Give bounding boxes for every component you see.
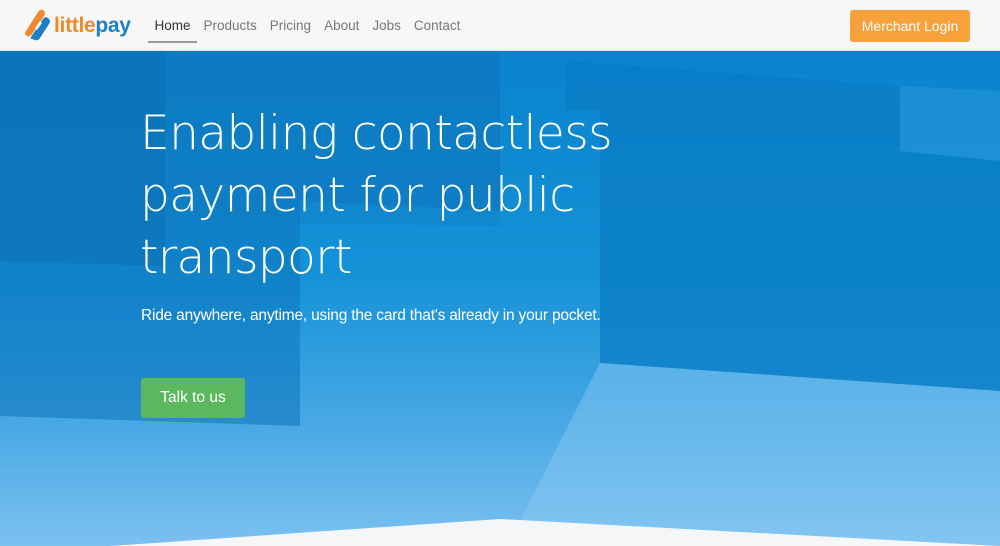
logo-text-little: little [54,13,96,37]
hero-subtitle: Ride anywhere, anytime, using the card t… [141,307,601,324]
nav-item-contact[interactable]: Contact [407,0,467,51]
main-nav: Home Products Pricing About Jobs Contact [148,0,467,51]
logo-text-pay: pay [95,13,131,37]
nav-item-about[interactable]: About [318,0,366,51]
hero-section: Enabling contactless payment for public … [0,51,1000,546]
hero-title: Enabling contactless payment for public … [140,106,613,285]
nav-item-products[interactable]: Products [197,0,263,51]
nav-item-jobs[interactable]: Jobs [366,0,408,51]
littlepay-logo[interactable]: littlepay [23,9,131,41]
logo-wordmark: littlepay [54,15,131,36]
talk-to-us-button[interactable]: Talk to us [141,378,245,418]
merchant-login-button[interactable]: Merchant Login [850,10,970,42]
top-navbar: littlepay Home Products Pricing About Jo… [0,0,1000,51]
littlepay-logo-mark-icon [25,9,50,41]
nav-item-home[interactable]: Home [148,0,198,51]
nav-item-pricing[interactable]: Pricing [263,0,317,51]
